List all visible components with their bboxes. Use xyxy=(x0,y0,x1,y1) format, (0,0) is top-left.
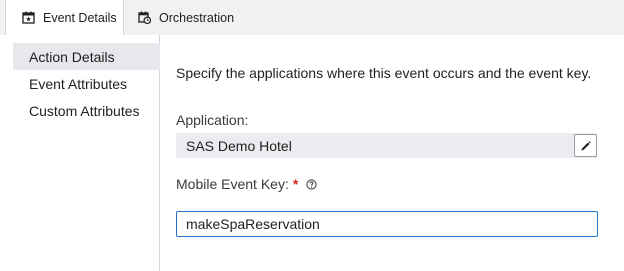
event-editor: Event Details Orchestration Action Detai… xyxy=(0,0,624,271)
tab-orchestration[interactable]: Orchestration xyxy=(124,0,246,35)
required-marker: * xyxy=(292,176,299,192)
sidebar-item-custom-attributes[interactable]: Custom Attributes xyxy=(13,97,160,124)
tab-event-details[interactable]: Event Details xyxy=(5,0,124,35)
intro-text: Specify the applications where this even… xyxy=(176,65,592,81)
help-circle-icon[interactable] xyxy=(306,178,317,190)
calendar-star-icon xyxy=(22,11,35,24)
sidebar: Action Details Event Attributes Custom A… xyxy=(0,35,160,271)
main-panel: Specify the applications where this even… xyxy=(161,35,624,271)
application-label-text: Application: xyxy=(176,112,249,128)
application-label: Application: xyxy=(176,112,248,128)
event-key-input[interactable] xyxy=(176,211,598,237)
application-field: SAS Demo Hotel xyxy=(176,133,597,158)
event-key-label: Mobile Event Key: * xyxy=(176,176,317,192)
tab-event-details-label: Event Details xyxy=(43,10,117,25)
edit-application-button[interactable] xyxy=(574,134,597,157)
sidebar-item-action-details[interactable]: Action Details xyxy=(13,43,160,70)
tab-bar: Event Details Orchestration xyxy=(0,0,624,35)
application-value: SAS Demo Hotel xyxy=(186,137,292,154)
pencil-icon xyxy=(580,140,592,152)
sidebar-item-event-attributes[interactable]: Event Attributes xyxy=(13,70,160,97)
tab-orchestration-label: Orchestration xyxy=(159,10,235,25)
event-key-label-text: Mobile Event Key: xyxy=(176,176,289,192)
calendar-clock-icon xyxy=(138,11,151,24)
